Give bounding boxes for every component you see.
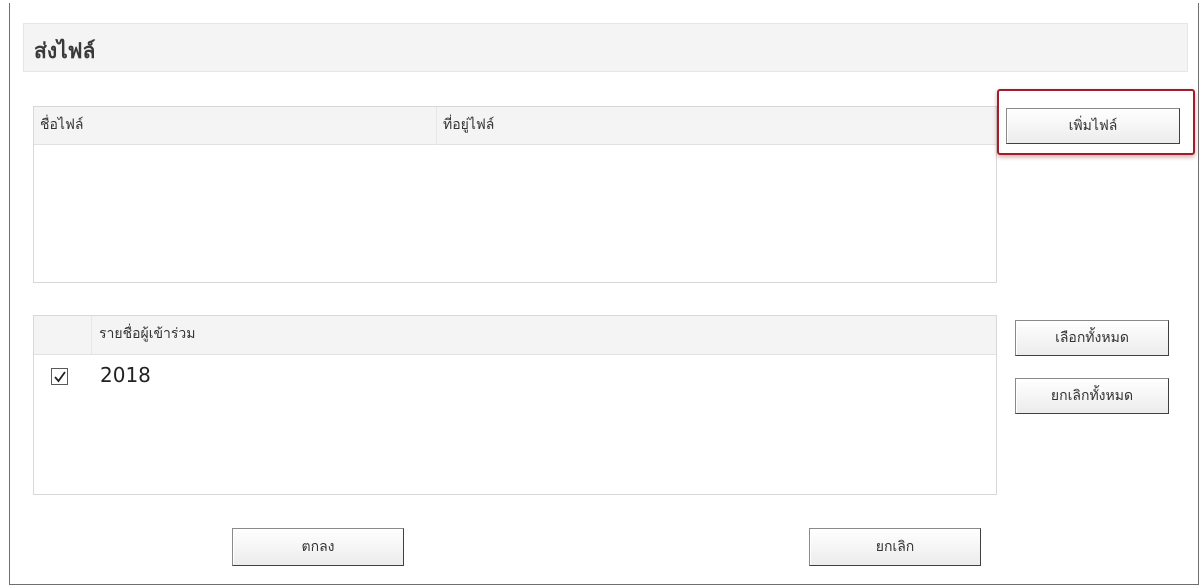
column-header-participants: รายชื่อผู้เข้าร่วม xyxy=(99,326,196,342)
participants-table-header: รายชื่อผู้เข้าร่วม xyxy=(34,316,996,355)
files-table-header: ชื่อไฟล์ ที่อยู่ไฟล์ xyxy=(34,107,996,145)
dialog-title: ส่งไฟล์ xyxy=(34,39,96,63)
select-all-button[interactable]: เลือกทั้งหมด xyxy=(1015,320,1169,356)
send-file-dialog: ส่งไฟล์ ชื่อไฟล์ ที่อยู่ไฟล์ เพิ่มไฟล์ ร… xyxy=(9,3,1199,585)
column-header-file-path: ที่อยู่ไฟล์ xyxy=(443,117,495,133)
table-row[interactable]: 2018 xyxy=(34,360,996,394)
column-divider xyxy=(436,107,437,145)
participant-name: 2018 xyxy=(100,363,151,387)
add-file-button[interactable]: เพิ่มไฟล์ xyxy=(1006,108,1180,144)
dialog-title-bar: ส่งไฟล์ xyxy=(23,23,1188,72)
cancel-button[interactable]: ยกเลิก xyxy=(809,528,981,566)
participants-table: รายชื่อผู้เข้าร่วม 2018 xyxy=(33,315,997,495)
ok-button[interactable]: ตกลง xyxy=(232,528,404,566)
column-divider xyxy=(91,316,92,354)
files-table: ชื่อไฟล์ ที่อยู่ไฟล์ xyxy=(33,106,997,283)
checkmark-icon xyxy=(54,371,66,383)
column-header-file-name: ชื่อไฟล์ xyxy=(40,117,84,133)
participant-checkbox[interactable] xyxy=(51,368,68,385)
deselect-all-button[interactable]: ยกเลิกทั้งหมด xyxy=(1015,378,1169,414)
